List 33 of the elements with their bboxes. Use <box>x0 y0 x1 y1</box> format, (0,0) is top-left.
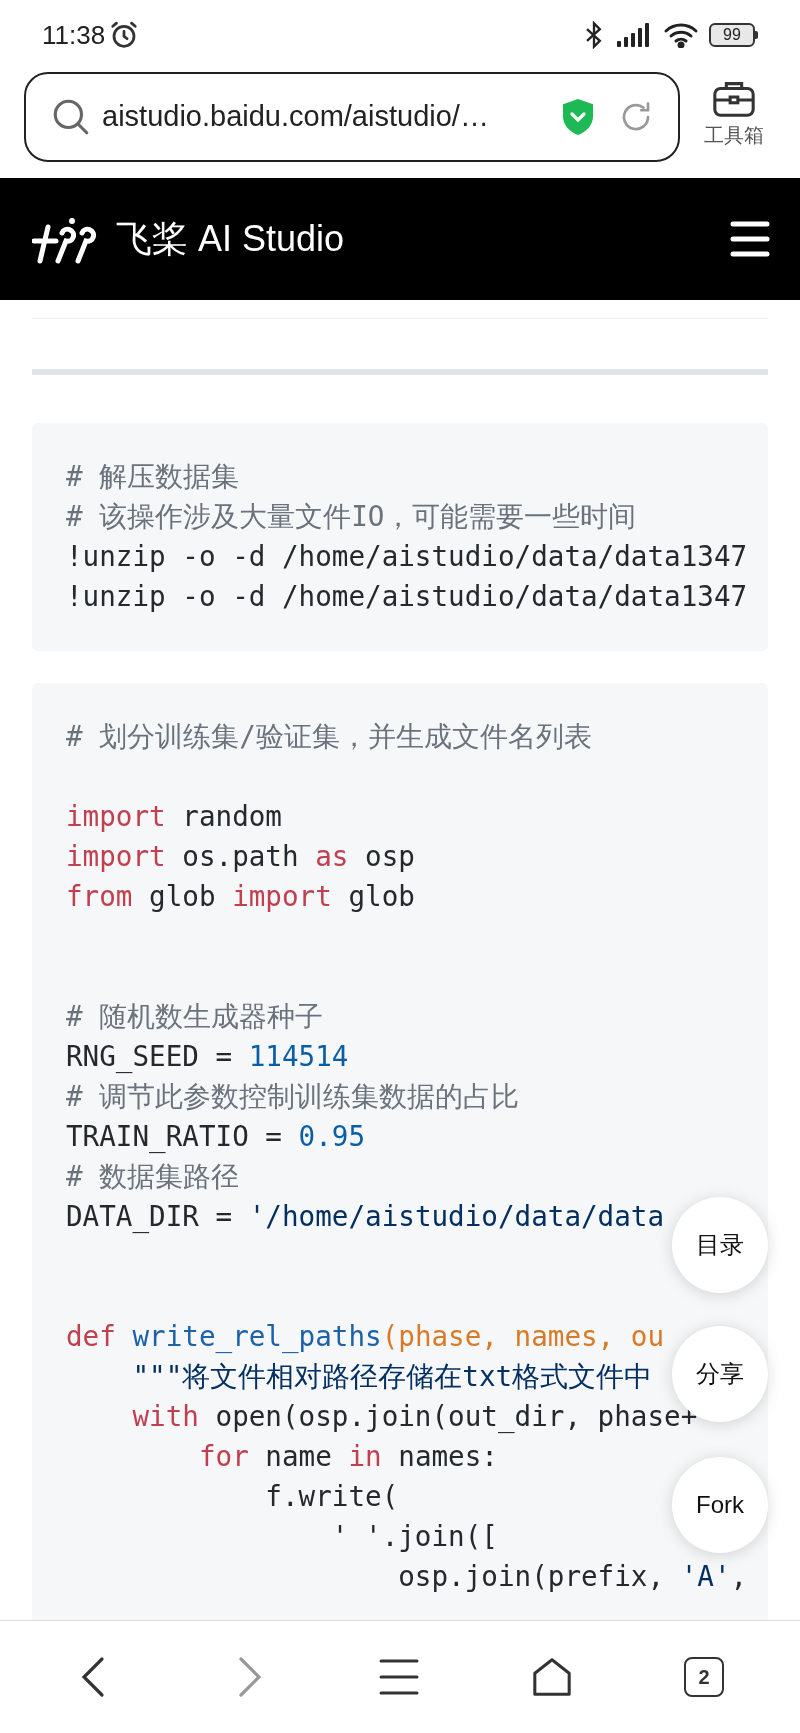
code-line: !unzip -o -d /home/aistudio/data/data1347 <box>66 540 748 573</box>
battery-level: 99 <box>723 27 741 43</box>
wifi-icon <box>663 22 699 48</box>
brand-name: 飞桨 AI Studio <box>116 217 345 261</box>
code-line: # 解压数据集 <box>66 460 240 493</box>
code-line: from glob import glob <box>66 880 415 913</box>
code-line: !unzip -o -d /home/aistudio/data/data1347 <box>66 580 748 613</box>
code-line: # 随机数生成器种子 <box>66 1000 324 1033</box>
code-line: # 该操作涉及大量文件IO，可能需要一些时间 <box>66 500 637 533</box>
code-line: import os.path as osp <box>66 840 415 873</box>
alarm-icon <box>109 20 140 50</box>
code-line: DATA_DIR = '/home/aistudio/data/data <box>66 1200 665 1233</box>
code-line: """将文件相对路径存储在txt格式文件中 <box>131 1360 653 1393</box>
home-icon[interactable] <box>530 1656 573 1698</box>
code-line: def write_rel_paths(phase, names, ou <box>66 1320 665 1353</box>
code-line: RNG_SEED = 114514 <box>66 1040 349 1073</box>
code-line: # 数据集路径 <box>66 1160 240 1193</box>
clock-time: 11:38 <box>42 18 106 52</box>
code-line: for name in names: <box>197 1440 498 1473</box>
code-line: osp.join(prefix, 'A', <box>397 1560 748 1593</box>
url-text: aistudio.baidu.com/aistudio/… <box>102 99 490 135</box>
menu-icon[interactable] <box>379 1657 419 1697</box>
address-bar[interactable]: aistudio.baidu.com/aistudio/… <box>24 72 680 162</box>
menu-icon[interactable] <box>730 219 770 259</box>
code-line: TRAIN_RATIO = 0.95 <box>66 1120 366 1153</box>
tabs-button[interactable]: 2 <box>684 1657 725 1697</box>
code-line: ' '.join([ <box>330 1520 498 1553</box>
shield-icon <box>560 97 596 137</box>
toolbox-button[interactable]: 工具箱 <box>694 72 774 150</box>
code-line: # 划分训练集/验证集，并生成文件名列表 <box>66 720 592 753</box>
code-line: f.write( <box>264 1480 399 1513</box>
code-line: # 调节此参数控制训练集数据的占比 <box>66 1080 520 1113</box>
code-line: import random <box>66 800 282 833</box>
